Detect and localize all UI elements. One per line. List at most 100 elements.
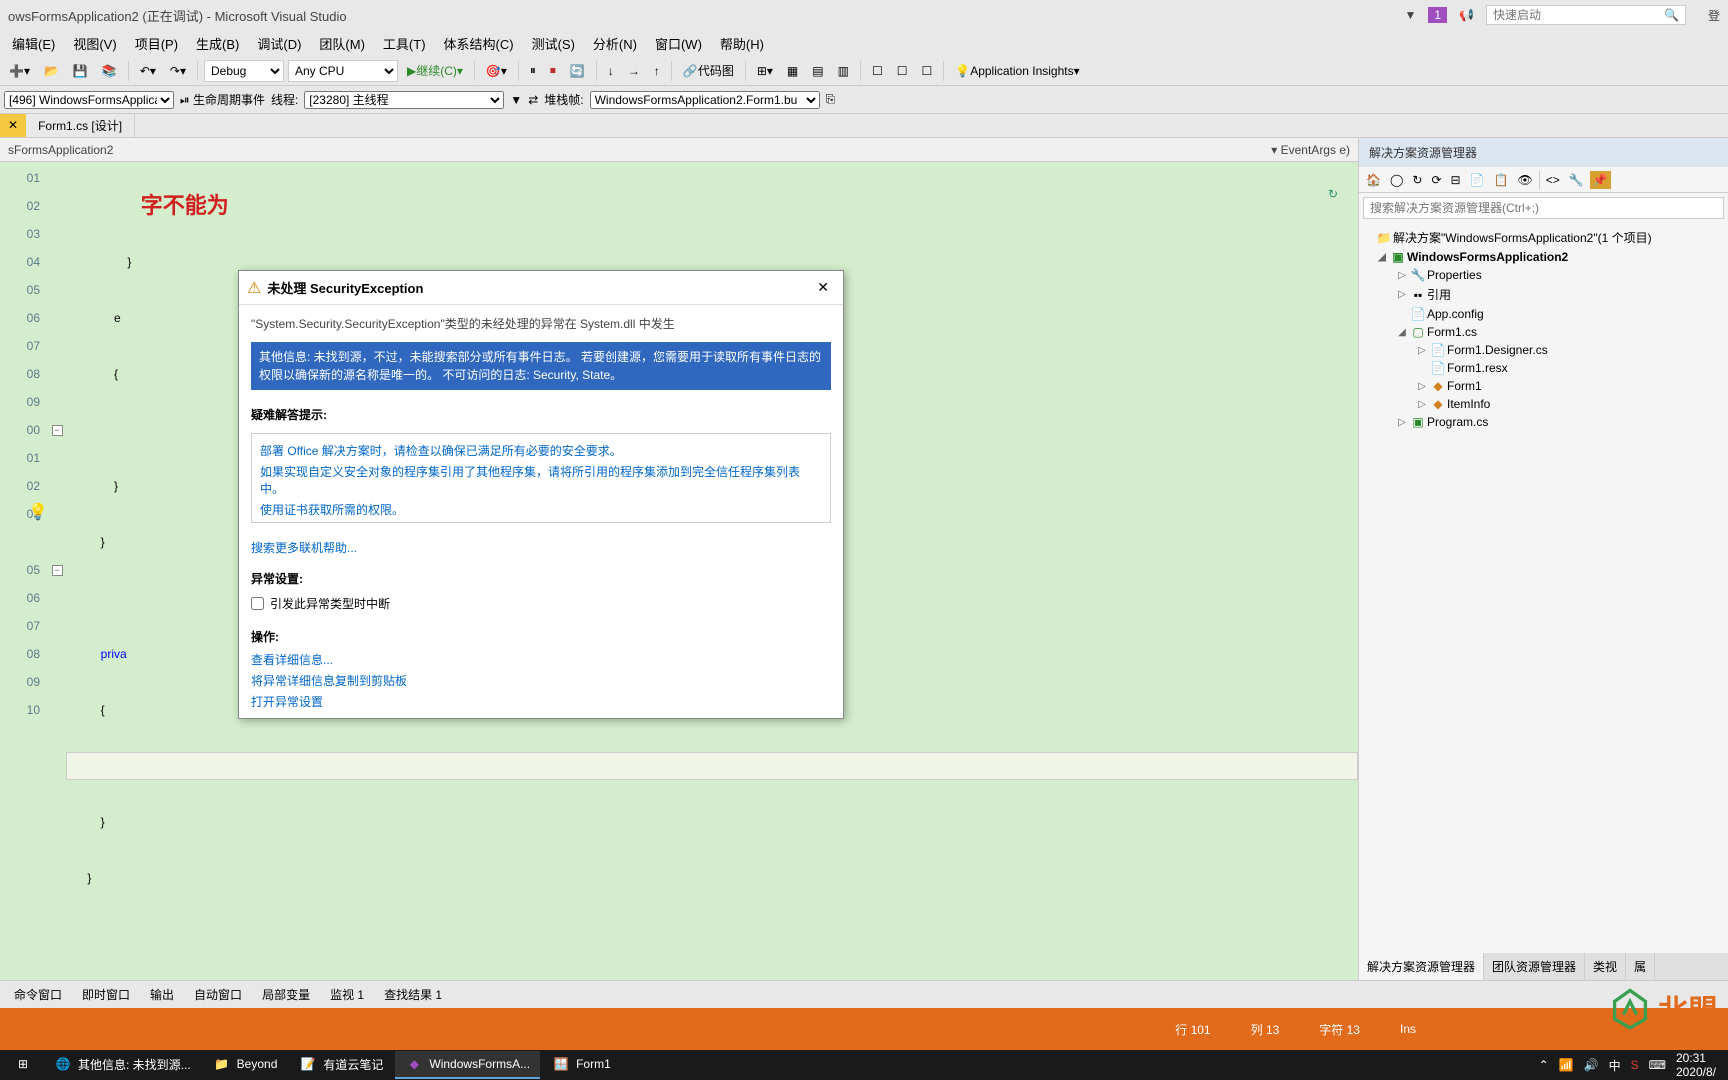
tip-link[interactable]: 部署 Office 解决方案时，请检查以确保已满足所有必要的安全要求。 bbox=[260, 440, 822, 461]
view-details-link[interactable]: 查看详细信息... bbox=[251, 649, 831, 670]
tab-team[interactable]: 团队资源管理器 bbox=[1484, 953, 1585, 980]
taskbar-vs[interactable]: ◆WindowsFormsA... bbox=[395, 1051, 540, 1079]
tip-link[interactable]: 使用证书获取所需的权限。 bbox=[260, 499, 822, 520]
filter-icon[interactable]: ▼ bbox=[510, 93, 522, 107]
quick-launch[interactable]: 🔍 bbox=[1486, 5, 1686, 25]
pin-icon[interactable]: 📌 bbox=[1590, 171, 1611, 189]
menu-view[interactable]: 视图(V) bbox=[65, 30, 124, 57]
solexp-search[interactable] bbox=[1363, 197, 1724, 219]
open-settings-link[interactable]: 打开异常设置 bbox=[251, 691, 831, 712]
menu-analyze[interactable]: 分析(N) bbox=[585, 30, 645, 57]
breakpoint-icon[interactable]: 🎯▾ bbox=[481, 61, 512, 81]
solution-tree[interactable]: 📁解决方案"WindowsFormsApplication2"(1 个项目) ◢… bbox=[1359, 223, 1728, 953]
tab-autos[interactable]: 自动窗口 bbox=[184, 981, 252, 1008]
login-link[interactable]: 登 bbox=[1708, 7, 1720, 24]
layout1-icon[interactable]: ▦ bbox=[782, 61, 803, 81]
menu-debug[interactable]: 调试(D) bbox=[249, 30, 309, 57]
tree-solution[interactable]: 📁解决方案"WindowsFormsApplication2"(1 个项目) bbox=[1361, 227, 1726, 248]
taskbar-youdao[interactable]: 📝有道云笔记 bbox=[289, 1051, 393, 1079]
system-tray[interactable]: ⌃ 📶 🔊 中 S ⌨ 20:31 2020/8/ bbox=[1539, 1051, 1724, 1079]
restart-icon[interactable]: 🔄 bbox=[565, 61, 590, 81]
menu-tools[interactable]: 工具(T) bbox=[375, 30, 434, 57]
tab-find[interactable]: 查找结果 1 bbox=[374, 981, 452, 1008]
thread-icon[interactable]: ⇄ bbox=[528, 93, 538, 107]
refactor-icon[interactable]: ↻ bbox=[1328, 187, 1338, 201]
tree-resx[interactable]: 📄Form1.resx bbox=[1361, 359, 1726, 377]
process-select[interactable]: [496] WindowsFormsApplica bbox=[4, 91, 174, 109]
tab-watch[interactable]: 监视 1 bbox=[320, 981, 374, 1008]
tab-solexp[interactable]: 解决方案资源管理器 bbox=[1359, 953, 1484, 980]
lightbulb-icon[interactable]: 💡 bbox=[28, 502, 48, 522]
quick-launch-input[interactable] bbox=[1493, 8, 1664, 22]
menu-test[interactable]: 测试(S) bbox=[524, 30, 583, 57]
life-events[interactable]: ⏯ 生命周期事件 bbox=[180, 91, 265, 108]
forward-icon[interactable]: ↻ bbox=[1409, 171, 1425, 189]
menu-window[interactable]: 窗口(W) bbox=[647, 30, 710, 57]
collapse-icon[interactable]: ⊟ bbox=[1448, 171, 1464, 189]
preview-icon[interactable]: 👁 bbox=[1514, 171, 1535, 189]
break-checkbox[interactable] bbox=[251, 597, 264, 610]
feedback-icon[interactable]: 📢 bbox=[1459, 8, 1474, 22]
tab-form1-design[interactable]: Form1.cs [设计] bbox=[26, 114, 135, 137]
step-out-icon[interactable]: ↑ bbox=[649, 61, 665, 81]
tree-program[interactable]: ▷▣Program.cs bbox=[1361, 413, 1726, 431]
stop-icon[interactable]: ⏹ bbox=[545, 60, 561, 81]
fold-toggle[interactable]: − bbox=[52, 425, 63, 436]
refresh-icon[interactable]: ⟳ bbox=[1428, 171, 1444, 189]
menu-edit[interactable]: 编辑(E) bbox=[4, 30, 63, 57]
search-more-link[interactable]: 搜索更多联机帮助... bbox=[251, 537, 831, 558]
tip-link[interactable]: 获取此异常的常规帮助。 bbox=[260, 520, 822, 523]
new-project-icon[interactable]: ➕▾ bbox=[4, 61, 35, 81]
continue-button[interactable]: ▶ 继续(C) ▾ bbox=[402, 59, 468, 82]
menu-build[interactable]: 生成(B) bbox=[188, 30, 247, 57]
tree-appconfig[interactable]: 📄App.config bbox=[1361, 305, 1726, 323]
tree-project[interactable]: ◢▣WindowsFormsApplication2 bbox=[1361, 248, 1726, 266]
tab-close-left[interactable]: ✕ bbox=[0, 114, 26, 137]
menu-help[interactable]: 帮助(H) bbox=[712, 30, 772, 57]
thread-select[interactable]: [23280] 主线程 bbox=[304, 91, 504, 109]
save-icon[interactable]: 💾 bbox=[68, 61, 93, 81]
save-all-icon[interactable]: 📚 bbox=[97, 61, 122, 81]
tray-sogou-icon[interactable]: S bbox=[1631, 1058, 1639, 1072]
tree-designer[interactable]: ▷📄Form1.Designer.cs bbox=[1361, 341, 1726, 359]
align2-icon[interactable]: ☐ bbox=[892, 61, 913, 81]
step-over-icon[interactable]: → bbox=[623, 61, 645, 81]
code-icon[interactable]: <> bbox=[1543, 171, 1563, 189]
tray-network-icon[interactable]: 📶 bbox=[1559, 1058, 1574, 1072]
step-into-icon[interactable]: ↓ bbox=[603, 61, 619, 81]
show-all-icon[interactable]: 📄 bbox=[1467, 171, 1488, 189]
properties-icon[interactable]: 📋 bbox=[1491, 171, 1512, 189]
tab-immediate[interactable]: 即时窗口 bbox=[72, 981, 140, 1008]
tree-form1cs[interactable]: ◢▢Form1.cs bbox=[1361, 323, 1726, 341]
platform-select[interactable]: Any CPU bbox=[288, 60, 398, 82]
back-icon[interactable]: ◯ bbox=[1387, 171, 1406, 189]
layout3-icon[interactable]: ▥ bbox=[833, 61, 854, 81]
home-icon[interactable]: 🏠 bbox=[1363, 171, 1384, 189]
redo-icon[interactable]: ↷▾ bbox=[165, 61, 191, 81]
taskbar-start[interactable]: ⊞ bbox=[4, 1051, 42, 1079]
tree-references[interactable]: ▷▪▪引用 bbox=[1361, 284, 1726, 305]
stack-select[interactable]: WindowsFormsApplication2.Form1.bu bbox=[590, 91, 820, 109]
config-select[interactable]: Debug bbox=[204, 60, 284, 82]
align1-icon[interactable]: ☐ bbox=[867, 61, 888, 81]
pause-icon[interactable]: ⏸ bbox=[525, 60, 541, 81]
taskbar-form1[interactable]: 🪟Form1 bbox=[542, 1051, 621, 1079]
tray-keyboard-icon[interactable]: ⌨ bbox=[1649, 1058, 1666, 1072]
stack-nav-icon[interactable]: ⎘ bbox=[826, 92, 836, 107]
open-file-icon[interactable]: 📂 bbox=[39, 61, 64, 81]
fold-toggle[interactable]: − bbox=[52, 565, 63, 576]
tray-up-icon[interactable]: ⌃ bbox=[1539, 1058, 1549, 1072]
tree-iteminfo[interactable]: ▷◆ItemInfo bbox=[1361, 395, 1726, 413]
copy-clipboard-link[interactable]: 将异常详细信息复制到剪贴板 bbox=[251, 670, 831, 691]
align3-icon[interactable]: ☐ bbox=[916, 61, 937, 81]
notification-badge[interactable]: 1 bbox=[1428, 7, 1447, 23]
wrench-icon[interactable]: 🔧 bbox=[1566, 171, 1587, 189]
menu-project[interactable]: 项目(P) bbox=[127, 30, 186, 57]
taskbar-beyond[interactable]: 📁Beyond bbox=[203, 1051, 288, 1079]
tab-class[interactable]: 类视 bbox=[1585, 953, 1626, 980]
tab-command[interactable]: 命令窗口 bbox=[4, 981, 72, 1008]
layout2-icon[interactable]: ▤ bbox=[807, 61, 828, 81]
breadcrumb-right[interactable]: ▾ EventArgs e) bbox=[1271, 143, 1350, 157]
tab-props[interactable]: 属 bbox=[1626, 953, 1655, 980]
breadcrumb-left[interactable]: sFormsApplication2 bbox=[8, 143, 113, 157]
